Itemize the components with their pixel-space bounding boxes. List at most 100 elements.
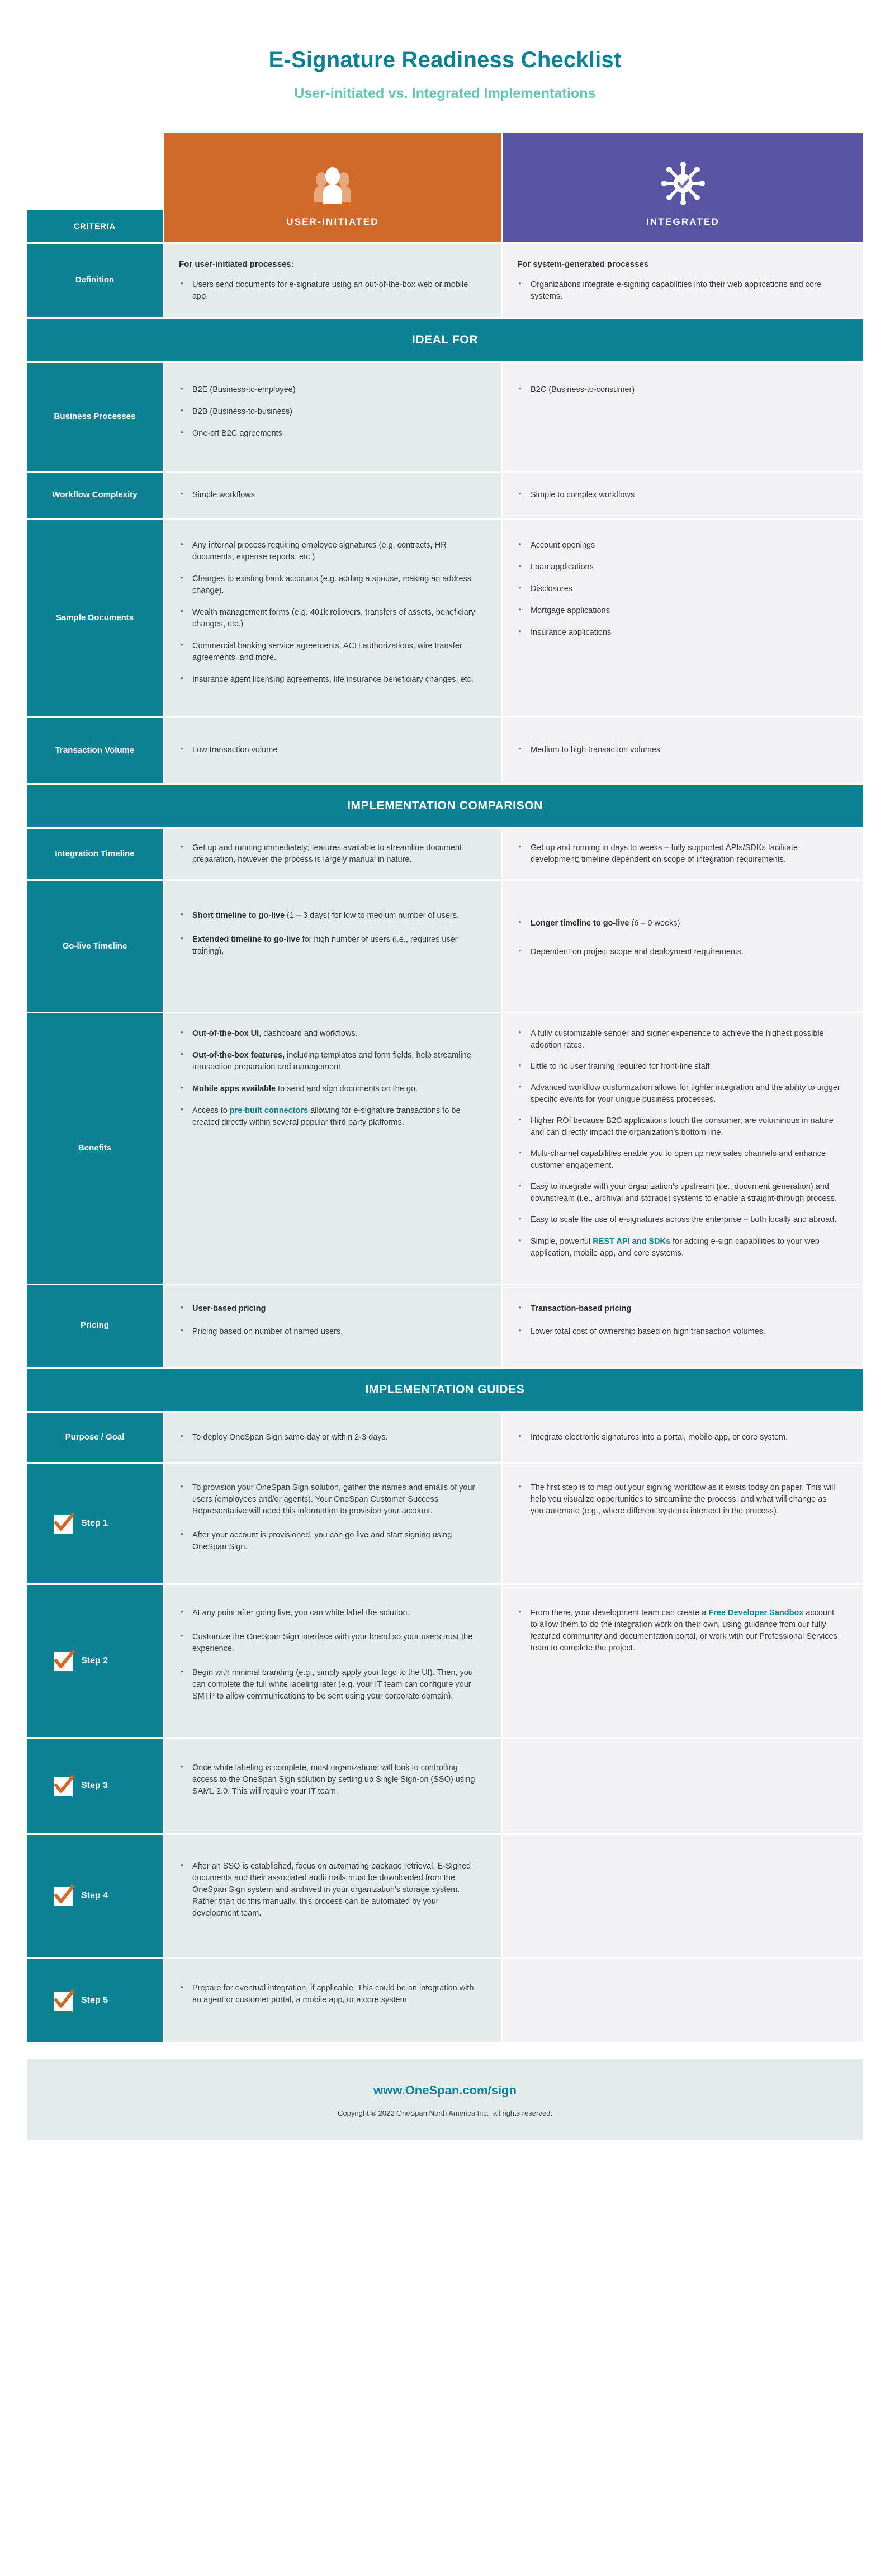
bullet-item: Short timeline to go-live (1 – 3 days) f… (179, 909, 482, 922)
row-label-text: Pricing (81, 1320, 109, 1331)
bullet-item: Mortgage applications (517, 605, 841, 617)
row-label-text: Definition (75, 275, 115, 285)
row-label-step-2: Step 2 (27, 1584, 163, 1737)
bullet-item: Any internal process requiring employee … (179, 539, 482, 563)
cell-purpose-goal-b: Integrate electronic signatures into a p… (503, 1412, 863, 1462)
bullet-item: Begin with minimal branding (e.g., simpl… (179, 1667, 482, 1702)
bullet-list: Simple to complex workflows (517, 489, 841, 501)
row-label-purpose-goal: Purpose / Goal (27, 1412, 163, 1462)
bullet-list: To deploy OneSpan Sign same-day or withi… (179, 1431, 482, 1443)
cell-pricing-b: Transaction-based pricing Lower total cos… (503, 1285, 863, 1367)
bullet-list: Prepare for eventual integration, if app… (179, 1982, 482, 2006)
bullet-item: Account openings (517, 539, 841, 551)
inline-link[interactable]: Free Developer Sandbox (708, 1608, 803, 1617)
bold-text: Out-of-the-box features, (192, 1051, 285, 1060)
table-row-step: Step 3 Once white labeling is complete, m… (27, 1738, 863, 1833)
bullet-item: At any point after going live, you can w… (179, 1607, 482, 1619)
cell-sample-documents-b: Account openings Loan applications Disclos… (503, 520, 863, 716)
column-header-integrated: INTEGRATED (503, 133, 863, 242)
cell-sample-documents-a: Any internal process requiring employee … (164, 520, 501, 716)
row-label-integration-timeline: Integration Timeline (27, 829, 163, 880)
bullet-item: Multi-channel capabilities enable you to… (517, 1148, 841, 1172)
bullet-item: Easy to integrate with your organization… (517, 1181, 841, 1205)
bullet-item: Once white labeling is complete, most or… (179, 1762, 482, 1797)
inline-link[interactable]: pre-built connectors (230, 1106, 308, 1115)
bullet-item: Access to pre-built connectors allowing … (179, 1105, 482, 1129)
row-label-transaction-volume: Transaction Volume (27, 718, 163, 784)
table-row-golive-timeline: Go-live Timeline Short timeline to go-li… (27, 881, 863, 1012)
bullet-item: Lower total cost of ownership based on h… (517, 1325, 841, 1338)
step-label: Step 5 (81, 1995, 108, 2005)
bullet-list: Account openings Loan applications Disclos… (517, 539, 841, 639)
bullet-list: After an SSO is established, focus on au… (179, 1860, 482, 1919)
bullet-item: The first step is to map out your signin… (517, 1482, 841, 1517)
bullet-item: After your account is provisioned, you c… (179, 1529, 482, 1553)
cell-transaction-volume-a: Low transaction volume (164, 718, 501, 784)
bullet-list: Get up and running in days to weeks – fu… (517, 842, 841, 866)
row-label-pricing: Pricing (27, 1285, 163, 1367)
comparison-table: CRITERIA USER-INITIATED INTEGRATED Defin… (27, 102, 863, 2042)
bullet-list: Short timeline to go-live (1 – 3 days) f… (179, 909, 482, 957)
website-link[interactable]: www.OneSpan.com/sign (27, 2083, 863, 2098)
cell-definition-a: For user-initiated processes: Users send… (164, 244, 501, 318)
bullet-list: A fully customizable sender and signer e… (517, 1027, 841, 1259)
bullet-list: Organizations integrate e-signing capabi… (517, 279, 841, 303)
cell-business-processes-a: B2E (Business-to-employee) B2B (Business-… (164, 363, 501, 471)
footer: www.OneSpan.com/sign Copyright ® 2022 On… (27, 2058, 863, 2140)
bullet-item: Transaction-based pricing (517, 1303, 841, 1315)
steps-container: Step 1 To provision your OneSpan Sign sol… (27, 1464, 863, 2042)
bullet-list: Integrate electronic signatures into a p… (517, 1431, 841, 1443)
cell-step-a: Once white labeling is complete, most or… (164, 1738, 501, 1833)
bullet-item: One-off B2C agreements (179, 427, 482, 440)
bold-text: Transaction-based pricing (531, 1304, 632, 1313)
cell-step-b: From there, your development team can cr… (503, 1584, 863, 1737)
row-label-step-3: Step 3 (27, 1738, 163, 1833)
section-banner-ideal-for: IDEAL FOR (27, 319, 863, 362)
bullet-item: Simple workflows (179, 489, 482, 501)
cell-integration-timeline-a: Get up and running immediately; features… (164, 829, 501, 880)
checkbox-checked-icon (53, 1650, 75, 1672)
inline-link[interactable]: REST API and SDKs (593, 1237, 670, 1246)
bullet-item: A fully customizable sender and signer e… (517, 1027, 841, 1051)
cell-transaction-volume-b: Medium to high transaction volumes (503, 718, 863, 784)
bullet-item: Insurance agent licensing agreements, li… (179, 673, 482, 686)
column-header-label-a: USER-INITIATED (286, 216, 379, 227)
bullet-item: Get up and running immediately; features… (179, 842, 482, 866)
bullet-item: Advanced workflow customization allows f… (517, 1082, 841, 1106)
cell-business-processes-b: B2C (Business-to-consumer) (503, 363, 863, 471)
section-banner-implementation-comparison: IMPLEMENTATION COMPARISON (27, 785, 863, 828)
row-label-step-1: Step 1 (27, 1464, 163, 1583)
cell-step-a: Prepare for eventual integration, if app… (164, 1959, 501, 2042)
bullet-item: Out-of-the-box UI, dashboard and workflo… (179, 1027, 482, 1040)
bullet-list: To provision your OneSpan Sign solution,… (179, 1482, 482, 1553)
section-banner-implementation-guides: IMPLEMENTATION GUIDES (27, 1368, 863, 1411)
row-label-text: Purpose / Goal (65, 1432, 125, 1442)
cell-step-a: To provision your OneSpan Sign solution,… (164, 1464, 501, 1583)
step-label: Step 2 (81, 1655, 108, 1666)
cell-step-a: After an SSO is established, focus on au… (164, 1834, 501, 1957)
bullet-list: Transaction-based pricing Lower total cos… (517, 1303, 841, 1338)
table-row-definition: Definition For user-initiated processes:… (27, 244, 863, 318)
bullet-item: Wealth management forms (e.g. 401k rollo… (179, 606, 482, 630)
bullet-item: Low transaction volume (179, 744, 482, 756)
table-row-step: Step 1 To provision your OneSpan Sign sol… (27, 1464, 863, 1583)
row-label-benefits: Benefits (27, 1013, 163, 1284)
bold-text: Mobile apps available (192, 1084, 276, 1094)
cell-step-b (503, 1834, 863, 1957)
checkbox-checked-icon (53, 1989, 75, 2012)
bullet-item: Simple, powerful REST API and SDKs for a… (517, 1235, 841, 1259)
cell-step-b (503, 1738, 863, 1833)
table-row-sample-documents: Sample Documents Any internal process re… (27, 520, 863, 716)
title-block: E-Signature Readiness Checklist User-ini… (0, 0, 890, 102)
bullet-item: Higher ROI because B2C applications touc… (517, 1115, 841, 1139)
table-row-business-processes: Business Processes B2E (Business-to-empl… (27, 363, 863, 471)
cell-purpose-goal-a: To deploy OneSpan Sign same-day or withi… (164, 1412, 501, 1462)
bullet-item: Little to no user training required for … (517, 1060, 841, 1073)
bold-text: Short timeline to go-live (192, 911, 285, 921)
users-group-icon (311, 161, 354, 206)
row-label-text: Workflow Complexity (52, 490, 138, 500)
row-label-step-4: Step 4 (27, 1834, 163, 1957)
bullet-item: Customize the OneSpan Sign interface wit… (179, 1631, 482, 1655)
bullet-item: Commercial banking service agreements, A… (179, 640, 482, 664)
bullet-item: To provision your OneSpan Sign solution,… (179, 1482, 482, 1517)
